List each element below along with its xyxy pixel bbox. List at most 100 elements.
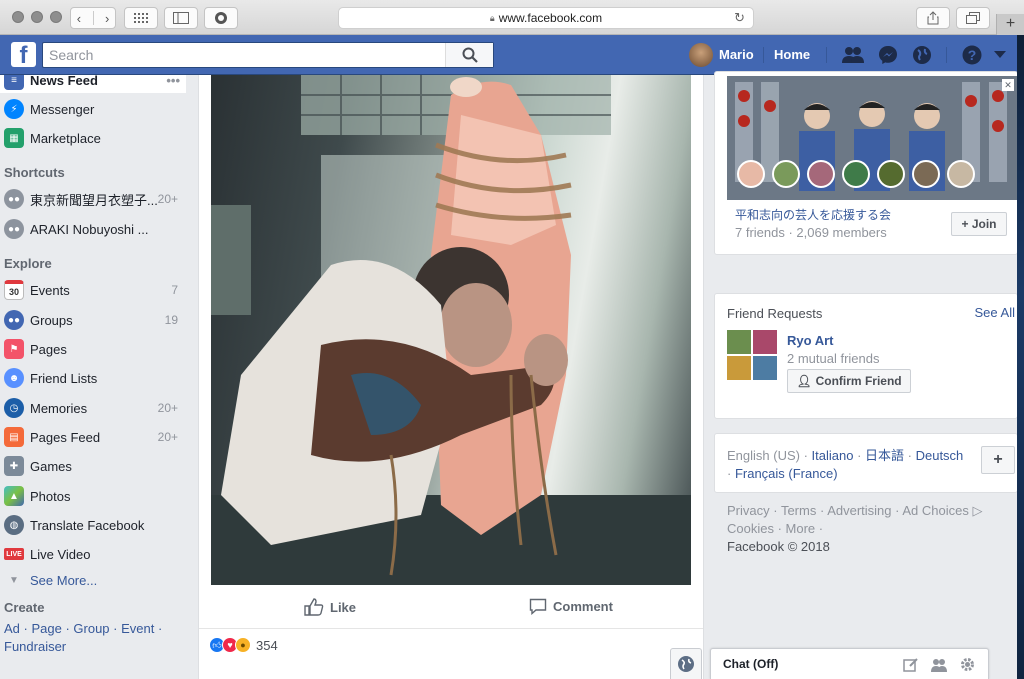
sidebar-item-label: Groups	[30, 312, 73, 328]
back-icon[interactable]: ‹	[77, 11, 81, 26]
zoom-window-button[interactable]	[50, 11, 62, 23]
news-feed-icon: ≡	[4, 75, 24, 90]
sidebar-item-translate-facebook[interactable]: ◍ Translate Facebook	[0, 512, 190, 538]
left-sidebar: ≡ News Feed ••• ⚡︎ Messenger ▦ Marketpla…	[0, 75, 198, 679]
search-button[interactable]	[445, 43, 493, 67]
confirm-friend-button[interactable]: 👤︎ Confirm Friend	[787, 369, 911, 393]
separator: ·	[904, 448, 916, 463]
current-language: English (US)	[727, 448, 800, 463]
close-window-button[interactable]	[12, 11, 24, 23]
create-group-link[interactable]: Group	[73, 621, 109, 636]
globe-button[interactable]	[670, 648, 702, 679]
terms-link[interactable]: Terms	[781, 503, 816, 518]
friends-icon	[842, 47, 864, 63]
sidebar-item-events[interactable]: 30 Events 7	[0, 277, 190, 303]
photo-thumb	[727, 330, 751, 354]
sidebar-item-marketplace[interactable]: ▦ Marketplace	[0, 125, 190, 151]
reactions-summary[interactable]: 👍︎ ♥ ● 354	[209, 637, 278, 653]
join-group-button[interactable]: + Join	[951, 212, 1007, 236]
help-button[interactable]: ?	[961, 44, 983, 66]
requester-avatar[interactable]	[727, 330, 777, 380]
notifications-button[interactable]	[911, 44, 933, 66]
compose-icon[interactable]	[903, 657, 919, 673]
requester-name-link[interactable]: Ryo Art	[787, 333, 833, 348]
sidebar-item-label: Photos	[30, 488, 71, 504]
gear-icon[interactable]	[959, 656, 976, 673]
shortcut-item[interactable]: ●● 東京新聞望月衣塑子... 20+	[0, 186, 190, 212]
search-icon	[462, 47, 478, 63]
item-count: 7	[171, 283, 178, 297]
avatar[interactable]	[689, 43, 713, 67]
facebook-logo[interactable]: f	[11, 42, 36, 67]
group-stats: 7 friends · 2,069 members	[735, 225, 887, 240]
member-avatar	[947, 160, 975, 188]
calendar-icon: 30	[4, 280, 24, 300]
mutual-friends-text[interactable]: 2 mutual friends	[787, 351, 880, 366]
profile-link[interactable]: Mario	[719, 47, 754, 62]
chat-bar[interactable]: Chat (Off)	[710, 648, 989, 679]
sidebar-toggle-button[interactable]	[164, 7, 198, 29]
create-ad-link[interactable]: Ad	[4, 621, 20, 636]
close-icon[interactable]: ✕	[1002, 79, 1014, 91]
sidebar-item-label: Friend Lists	[30, 370, 98, 386]
create-page-link[interactable]: Page	[31, 621, 61, 636]
shortcut-item[interactable]: ●● ARAKI Nobuyoshi ...	[0, 216, 190, 242]
shortcuts-heading: Shortcuts	[4, 165, 65, 180]
sidebar-item-games[interactable]: ✚ Games	[0, 453, 190, 479]
item-count: 20+	[157, 430, 178, 444]
group-icon: ●●	[4, 189, 24, 209]
add-language-button[interactable]: +	[981, 446, 1015, 474]
language-link-francais[interactable]: Français (France)	[735, 466, 838, 481]
see-all-link[interactable]: See All	[975, 305, 1015, 320]
home-link[interactable]: Home	[774, 47, 810, 62]
group-cover-photo[interactable]: ✕	[727, 76, 1017, 200]
sidebar-item-pages-feed[interactable]: ▤ Pages Feed 20+	[0, 424, 190, 450]
sidebar-item-memories[interactable]: ◷ Memories 20+	[0, 395, 190, 421]
globe-icon	[913, 46, 931, 64]
comment-button[interactable]: Comment	[529, 598, 613, 615]
sidebar-item-pages[interactable]: ⚑ Pages	[0, 336, 190, 362]
create-fundraiser-link[interactable]: Fundraiser	[4, 639, 66, 654]
sidebar-item-messenger[interactable]: ⚡︎ Messenger	[0, 96, 190, 122]
forward-icon[interactable]: ›	[105, 11, 109, 26]
advertising-link[interactable]: Advertising	[827, 503, 891, 518]
sidebar-item-label: Games	[30, 458, 72, 474]
friend-requests-button[interactable]	[842, 44, 864, 66]
sidebar-item-photos[interactable]: ▲ Photos	[0, 483, 190, 509]
member-avatar	[912, 160, 940, 188]
language-link-italiano[interactable]: Italiano	[812, 448, 854, 463]
footer-links: Privacy · Terms · Advertising · Ad Choic…	[727, 503, 983, 554]
share-button[interactable]	[916, 7, 950, 29]
like-button[interactable]: Like	[304, 598, 356, 616]
cookies-link[interactable]: Cookies	[727, 521, 774, 536]
post-photo[interactable]	[211, 75, 691, 585]
new-group-icon[interactable]	[930, 657, 948, 673]
reload-icon[interactable]: ↻	[734, 10, 745, 26]
new-tab-button[interactable]: +	[996, 14, 1024, 35]
search-input[interactable]	[43, 43, 443, 67]
group-name-link[interactable]: 平和志向の芸人を応援する会	[735, 206, 891, 223]
messages-button[interactable]	[877, 44, 899, 66]
privacy-link[interactable]: Privacy	[727, 503, 770, 518]
language-link-deutsch[interactable]: Deutsch	[916, 448, 964, 463]
sidebar-item-news-feed[interactable]: ≡ News Feed •••	[0, 75, 186, 93]
sidebar-item-live-video[interactable]: LIVE Live Video	[0, 541, 190, 567]
sidebar-icon	[173, 12, 189, 24]
tabs-overview-button[interactable]	[956, 7, 990, 29]
top-sites-button[interactable]	[124, 7, 158, 29]
sidebar-item-groups[interactable]: ●● Groups 19	[0, 307, 190, 333]
more-options-icon[interactable]: •••	[166, 75, 180, 88]
shield-icon	[215, 12, 227, 24]
extension-button[interactable]	[204, 7, 238, 29]
ad-choices-link[interactable]: Ad Choices	[902, 503, 968, 518]
account-menu-button[interactable]	[993, 44, 1007, 66]
create-event-link[interactable]: Event	[121, 621, 154, 636]
language-link-japanese[interactable]: 日本語	[865, 448, 904, 463]
address-bar[interactable]: 🔒︎ www.facebook.com ↻	[338, 7, 754, 29]
minimize-window-button[interactable]	[31, 11, 43, 23]
friend-requests-heading: Friend Requests	[727, 306, 823, 321]
more-link[interactable]: More	[786, 521, 816, 536]
see-more-link[interactable]: ▼ See More...	[0, 567, 190, 593]
sidebar-item-friend-lists[interactable]: ☻ Friend Lists	[0, 365, 190, 391]
flag-icon: ⚑	[4, 339, 24, 359]
